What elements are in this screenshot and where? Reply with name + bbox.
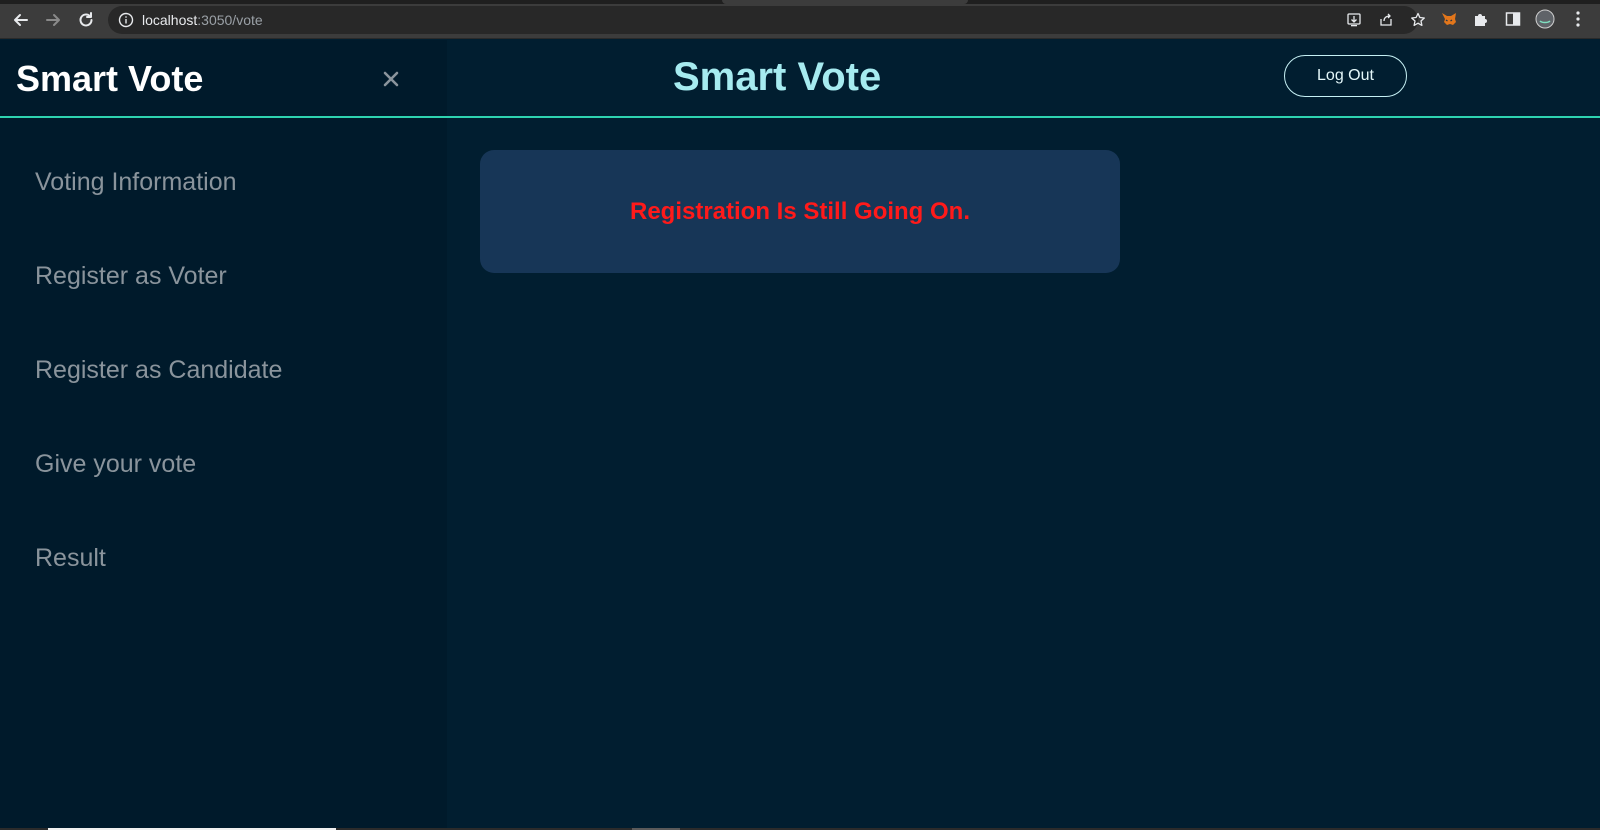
sidebar-item-give-vote[interactable]: Give your vote: [35, 450, 196, 479]
sidebar-item-register-candidate[interactable]: Register as Candidate: [35, 356, 282, 385]
tab-strip: [0, 0, 1600, 4]
header-divider: [0, 116, 1600, 118]
logout-button[interactable]: Log Out: [1284, 55, 1407, 97]
reload-icon[interactable]: [75, 9, 97, 31]
address-bar[interactable]: localhost:3050/vote: [108, 6, 1425, 34]
share-icon[interactable]: [1378, 12, 1394, 28]
app-root: Smart Vote Voting Information Register a…: [0, 40, 1600, 830]
side-panel-icon[interactable]: [1503, 9, 1523, 29]
status-card: Registration Is Still Going On.: [480, 150, 1120, 273]
url-host: localhost: [142, 12, 198, 28]
profile-avatar[interactable]: [1535, 9, 1555, 29]
back-icon[interactable]: [10, 9, 32, 31]
page-title: Smart Vote: [673, 55, 882, 99]
sidebar-item-result[interactable]: Result: [35, 544, 106, 573]
install-app-icon[interactable]: [1346, 12, 1362, 28]
sidebar-item-voting-information[interactable]: Voting Information: [35, 168, 237, 197]
extensions-puzzle-icon[interactable]: [1471, 9, 1491, 29]
sidebar-title: Smart Vote: [16, 58, 204, 99]
sidebar-header: Smart Vote: [0, 40, 447, 116]
url-text: localhost:3050/vote: [142, 12, 263, 28]
close-icon[interactable]: [378, 66, 404, 92]
forward-icon[interactable]: [42, 9, 64, 31]
url-path: :3050/vote: [197, 12, 263, 28]
site-info-icon[interactable]: [118, 12, 134, 28]
browser-menu-icon[interactable]: [1568, 9, 1588, 29]
sidebar: Smart Vote Voting Information Register a…: [0, 40, 447, 830]
bookmark-star-icon[interactable]: [1410, 12, 1426, 28]
header: Smart Vote Log Out: [447, 40, 1600, 116]
sidebar-item-register-voter[interactable]: Register as Voter: [35, 262, 227, 291]
browser-toolbar: localhost:3050/vote: [0, 0, 1600, 39]
metamask-fox-icon[interactable]: [1439, 9, 1459, 29]
status-message: Registration Is Still Going On.: [629, 197, 971, 225]
active-tab-notch: [722, 0, 968, 4]
